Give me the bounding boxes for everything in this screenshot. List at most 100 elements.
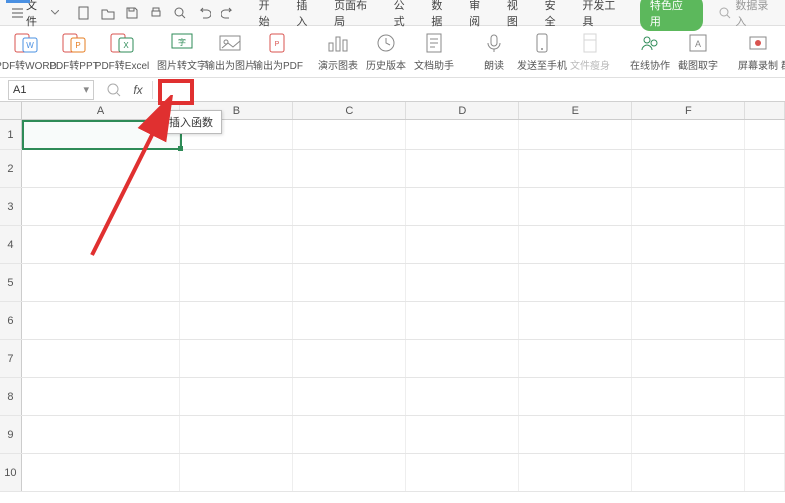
tab-data[interactable]: 数据	[429, 0, 455, 32]
ribbon-record[interactable]: 屏幕录制	[738, 30, 778, 74]
cell[interactable]	[293, 264, 406, 301]
ribbon-file-slim[interactable]: 文件瘦身	[570, 30, 610, 74]
row-header[interactable]: 10	[0, 454, 22, 491]
cell[interactable]	[519, 188, 632, 225]
cell[interactable]	[519, 378, 632, 415]
cell[interactable]	[632, 340, 745, 377]
cell[interactable]	[293, 378, 406, 415]
cell[interactable]	[745, 150, 785, 187]
cell[interactable]	[519, 302, 632, 339]
cell[interactable]	[180, 340, 293, 377]
cell[interactable]	[519, 120, 632, 149]
cell[interactable]	[180, 188, 293, 225]
insert-function-button[interactable]: fx	[126, 80, 150, 100]
cell[interactable]	[22, 454, 181, 491]
row-header[interactable]: 5	[0, 264, 22, 301]
tab-insert[interactable]: 插入	[294, 0, 320, 32]
cell[interactable]	[519, 264, 632, 301]
col-header-D[interactable]: D	[406, 102, 519, 119]
cell[interactable]	[22, 120, 181, 149]
row-header[interactable]: 8	[0, 378, 22, 415]
name-box[interactable]: A1 ▾	[8, 80, 94, 100]
ribbon-pdf-to-word[interactable]: W PDF转WORD	[6, 30, 46, 74]
cell[interactable]	[22, 226, 181, 263]
file-menu-button[interactable]: 文件	[6, 0, 65, 31]
cell[interactable]	[406, 454, 519, 491]
col-header-A[interactable]: A	[22, 102, 181, 119]
cell[interactable]	[293, 302, 406, 339]
cell[interactable]	[745, 226, 785, 263]
ribbon-send-phone[interactable]: 发送至手机	[522, 30, 562, 74]
search-box[interactable]: 数据录入	[719, 0, 779, 29]
redo-button[interactable]	[217, 3, 239, 23]
cell[interactable]	[632, 120, 745, 149]
cell[interactable]	[745, 378, 785, 415]
cancel-formula-button[interactable]	[102, 80, 126, 100]
print-preview-button[interactable]	[169, 3, 191, 23]
row-header[interactable]: 9	[0, 416, 22, 453]
cell[interactable]	[406, 188, 519, 225]
cell[interactable]	[22, 264, 181, 301]
cell[interactable]	[406, 264, 519, 301]
cell[interactable]	[745, 188, 785, 225]
tab-dev-tools[interactable]: 开发工具	[580, 0, 628, 32]
cell[interactable]	[293, 416, 406, 453]
ribbon-output-pic[interactable]: 输出为图片	[210, 30, 250, 74]
ribbon-pic-to-text[interactable]: 字 图片转文字	[162, 30, 202, 74]
cell[interactable]	[519, 150, 632, 187]
cell[interactable]	[180, 226, 293, 263]
cell[interactable]	[745, 340, 785, 377]
cell[interactable]	[406, 340, 519, 377]
cell[interactable]	[180, 264, 293, 301]
cell[interactable]	[180, 302, 293, 339]
tab-start[interactable]: 开始	[257, 0, 283, 32]
undo-button[interactable]	[193, 3, 215, 23]
save-button[interactable]	[121, 3, 143, 23]
col-header-F[interactable]: F	[632, 102, 745, 119]
cell[interactable]	[745, 120, 785, 149]
cell[interactable]	[22, 416, 181, 453]
ribbon-chart[interactable]: 演示图表	[318, 30, 358, 74]
cell[interactable]	[293, 226, 406, 263]
cell[interactable]	[180, 416, 293, 453]
row-header[interactable]: 1	[0, 120, 22, 149]
select-all-corner[interactable]	[0, 102, 22, 119]
cell[interactable]	[293, 340, 406, 377]
cell[interactable]	[519, 340, 632, 377]
cell[interactable]	[632, 416, 745, 453]
cell[interactable]	[519, 454, 632, 491]
cell[interactable]	[293, 120, 406, 149]
open-doc-button[interactable]	[97, 3, 119, 23]
cell[interactable]	[293, 150, 406, 187]
cell[interactable]	[519, 416, 632, 453]
tab-security[interactable]: 安全	[543, 0, 569, 32]
cell[interactable]	[745, 454, 785, 491]
cell[interactable]	[406, 226, 519, 263]
row-header[interactable]: 4	[0, 226, 22, 263]
cell[interactable]	[745, 416, 785, 453]
tab-page-layout[interactable]: 页面布局	[332, 0, 380, 32]
ribbon-screenshot[interactable]: A 截图取字	[678, 30, 718, 74]
new-doc-button[interactable]	[73, 3, 95, 23]
col-header-extra[interactable]	[745, 102, 785, 119]
cell[interactable]	[406, 302, 519, 339]
tab-formula[interactable]: 公式	[392, 0, 418, 32]
cell[interactable]	[22, 378, 181, 415]
cell[interactable]	[180, 150, 293, 187]
cell[interactable]	[293, 188, 406, 225]
cell[interactable]	[22, 340, 181, 377]
cell[interactable]	[632, 454, 745, 491]
tab-review[interactable]: 审阅	[467, 0, 493, 32]
row-header[interactable]: 2	[0, 150, 22, 187]
cell[interactable]	[632, 378, 745, 415]
cell[interactable]	[22, 188, 181, 225]
cell[interactable]	[745, 302, 785, 339]
tab-featured[interactable]: 特色应用	[640, 0, 704, 31]
cell[interactable]	[406, 150, 519, 187]
cell[interactable]	[632, 264, 745, 301]
row-header[interactable]: 6	[0, 302, 22, 339]
ribbon-doc-assist[interactable]: 文档助手	[414, 30, 454, 74]
cell[interactable]	[22, 302, 181, 339]
ribbon-pdf-to-ppt[interactable]: P PDF转PPT	[54, 30, 94, 74]
row-header[interactable]: 3	[0, 188, 22, 225]
